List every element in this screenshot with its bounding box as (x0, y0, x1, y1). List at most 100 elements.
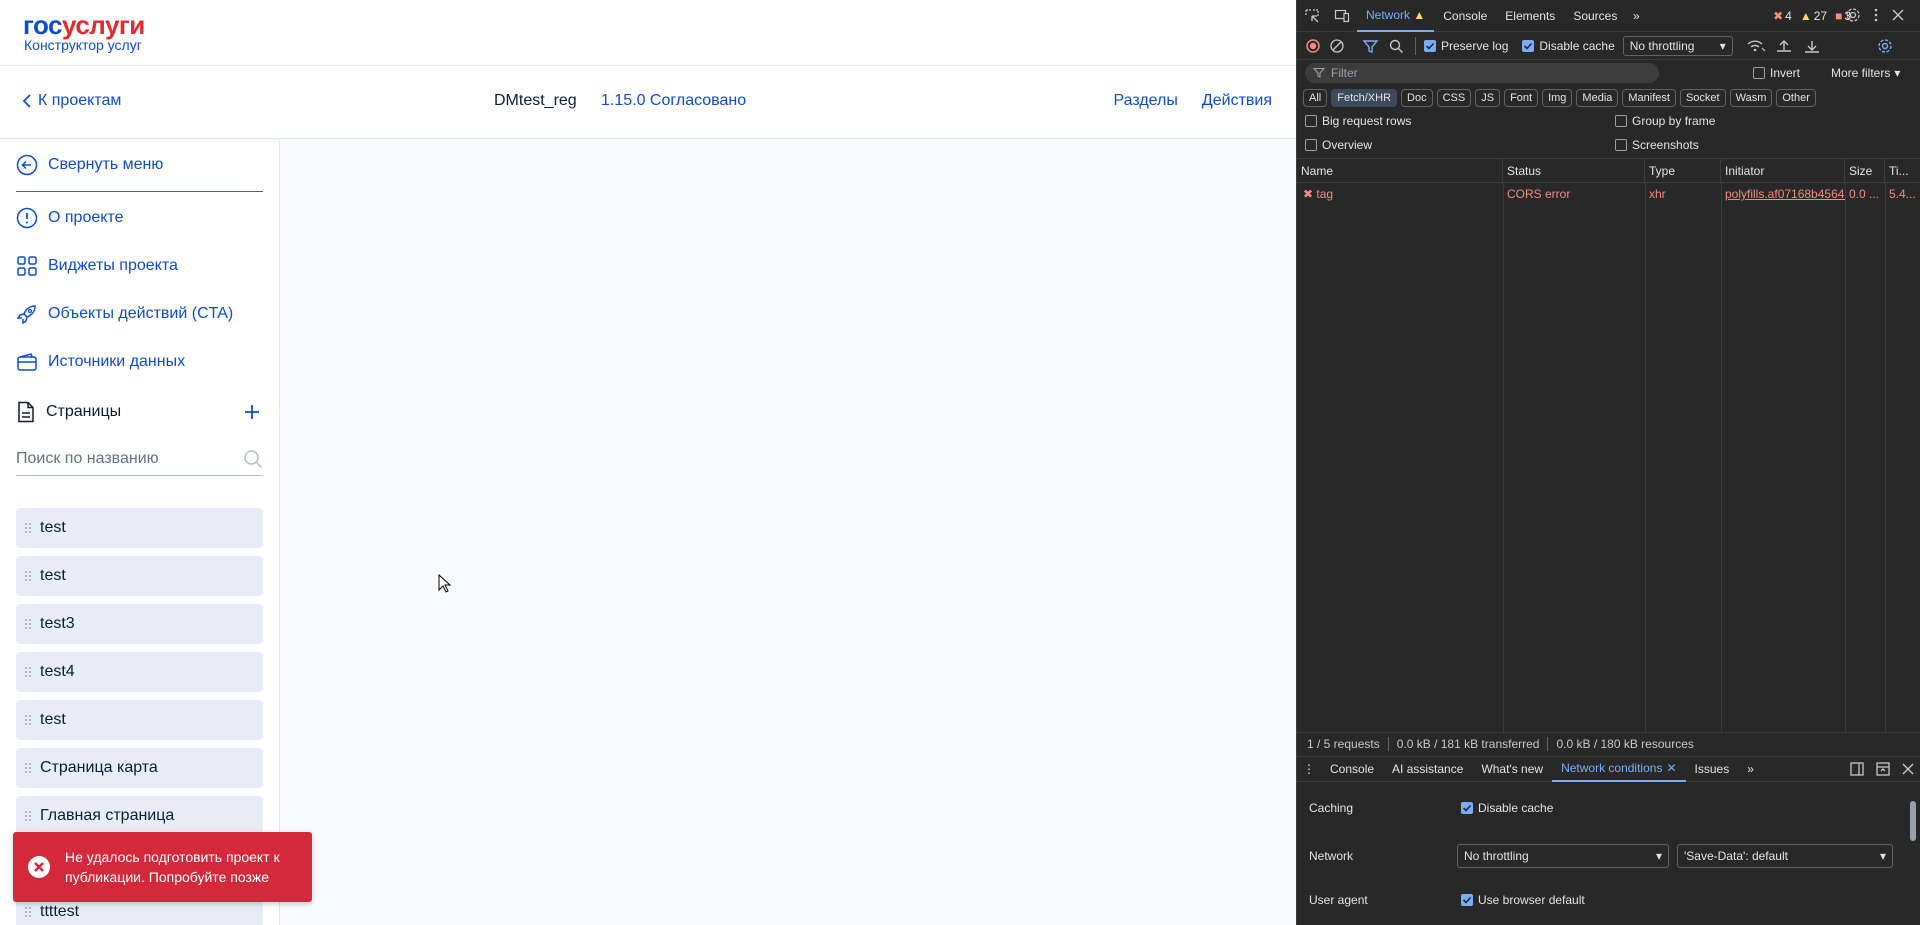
back-to-projects-link[interactable]: К проектам (22, 92, 121, 110)
network-conditions-icon[interactable] (1743, 38, 1769, 54)
inspect-element-button[interactable] (1297, 0, 1327, 32)
search-icon[interactable] (243, 449, 263, 469)
nc-throttling-select[interactable]: No throttling ▾ (1457, 844, 1669, 868)
column-name[interactable]: Name (1297, 159, 1503, 183)
drag-handle-icon[interactable] (16, 522, 40, 534)
nc-disable-cache-checkbox[interactable]: Disable cache (1461, 801, 1553, 815)
undock-drawer-icon[interactable] (1875, 761, 1891, 777)
column-status[interactable]: Status (1503, 159, 1645, 183)
type-filter-doc[interactable]: Doc (1401, 89, 1433, 107)
resources-size: 0.0 kB / 180 kB resources (1556, 736, 1694, 751)
type-filter-font[interactable]: Font (1504, 89, 1539, 107)
type-filter-fetchxhr[interactable]: Fetch/XHR (1331, 89, 1398, 107)
drag-handle-icon[interactable] (16, 618, 40, 630)
panel-scrollbar[interactable] (1909, 783, 1917, 925)
collapse-menu-button[interactable]: Свернуть меню (16, 153, 163, 177)
type-filter-media[interactable]: Media (1576, 89, 1619, 107)
close-drawer-icon[interactable] (1901, 761, 1915, 777)
drag-handle-icon[interactable] (16, 714, 40, 726)
invert-checkbox[interactable]: Invert (1753, 66, 1800, 80)
import-har-icon[interactable] (1771, 38, 1797, 54)
group-by-frame-checkbox[interactable]: Group by frame (1615, 114, 1715, 128)
network-label: Network (1309, 849, 1354, 863)
sections-link[interactable]: Разделы (1114, 92, 1178, 110)
overview-checkbox[interactable]: Overview (1305, 138, 1372, 152)
drag-handle-icon[interactable] (16, 810, 40, 822)
dock-side-icon[interactable] (1849, 761, 1865, 777)
drawer-tab-console[interactable]: Console (1321, 756, 1383, 782)
clear-icon[interactable] (1325, 38, 1349, 54)
drawer-tab-issues[interactable]: Issues (1686, 756, 1739, 782)
device-toolbar-button[interactable] (1327, 0, 1357, 32)
tab-sources[interactable]: Sources (1564, 0, 1626, 32)
collapse-menu-label: Свернуть меню (48, 156, 164, 173)
page-list-item[interactable]: test (16, 700, 263, 740)
dropdown-arrow-icon: ▾ (1655, 849, 1662, 863)
request-initiator-link[interactable]: polyfills.af07168b4564... (1721, 183, 1845, 205)
drag-handle-icon[interactable] (16, 906, 40, 918)
close-tab-icon[interactable]: ✕ (1666, 761, 1676, 775)
export-har-icon[interactable] (1799, 38, 1825, 54)
column-size[interactable]: Size (1845, 159, 1885, 183)
screenshots-checkbox[interactable]: Screenshots (1615, 138, 1699, 152)
tab-console[interactable]: Console (1434, 0, 1496, 32)
options-row-1: Big request rows Group by frame (1305, 110, 1915, 132)
project-version[interactable]: 1.15.0 Согласовано (601, 92, 746, 110)
sidebar-item-sources[interactable]: Источники данных (16, 350, 185, 374)
sidebar-item-about[interactable]: О проекте (16, 206, 123, 230)
page-list-item[interactable]: Главная страница (16, 796, 263, 836)
save-data-select[interactable]: 'Save-Data': default ▾ (1677, 844, 1893, 868)
type-filter-img[interactable]: Img (1542, 89, 1573, 107)
page-list-item[interactable]: test (16, 556, 263, 596)
drawer-menu-kebab-icon[interactable]: ⋮ (1297, 756, 1321, 782)
error-toast[interactable]: Не удалось подготовить проект к публикац… (13, 832, 312, 902)
network-settings-gear-icon[interactable] (1875, 38, 1895, 54)
drag-handle-icon[interactable] (16, 666, 40, 678)
column-initiator[interactable]: Initiator (1721, 159, 1845, 183)
drawer-tab-network-conditions[interactable]: Network conditions ✕ (1552, 756, 1686, 782)
actions-link[interactable]: Действия (1202, 92, 1272, 110)
more-filters-dropdown[interactable]: More filters ▾ (1831, 66, 1900, 80)
type-filter-wasm[interactable]: Wasm (1729, 89, 1773, 107)
close-icon[interactable] (1891, 7, 1905, 23)
tab-network[interactable]: Network ▲ (1357, 0, 1435, 32)
table-row[interactable]: ✖ tag CORS error xhr polyfills.af07168b4… (1297, 183, 1920, 205)
more-drawer-tabs-chevron-icon[interactable]: » (1738, 756, 1763, 782)
column-time[interactable]: Ti... (1885, 159, 1920, 183)
tab-elements[interactable]: Elements (1496, 0, 1564, 32)
page-list-item[interactable]: test4 (16, 652, 263, 692)
warning-triangle-icon: ▲ (1413, 7, 1426, 22)
more-tabs-chevron-icon[interactable]: » (1626, 0, 1646, 32)
page-list-item[interactable]: test (16, 508, 263, 548)
add-page-button[interactable] (240, 400, 264, 424)
search-icon[interactable] (1387, 38, 1407, 54)
page-list-item[interactable]: test3 (16, 604, 263, 644)
type-filter-other[interactable]: Other (1776, 89, 1816, 107)
big-request-rows-checkbox[interactable]: Big request rows (1305, 114, 1411, 128)
page-search-input[interactable] (16, 446, 226, 472)
drag-handle-icon[interactable] (16, 570, 40, 582)
sidebar-item-widgets[interactable]: Виджеты проекта (16, 254, 178, 278)
type-filter-all[interactable]: All (1303, 89, 1328, 107)
kebab-menu-icon[interactable] (1871, 7, 1881, 23)
throttling-select[interactable]: No throttling ▾ (1622, 35, 1733, 56)
disable-cache-checkbox[interactable]: Disable cache (1522, 39, 1615, 53)
use-browser-default-checkbox[interactable]: Use browser default (1461, 893, 1585, 907)
drawer-tab-ai-assistance[interactable]: AI assistance (1383, 756, 1472, 782)
column-type[interactable]: Type (1645, 159, 1721, 183)
transferred-size: 0.0 kB / 181 kB transferred (1389, 736, 1549, 751)
drawer-tab-whats-new[interactable]: What's new (1472, 756, 1552, 782)
type-filter-socket[interactable]: Socket (1679, 89, 1726, 107)
drag-handle-icon[interactable] (16, 762, 40, 774)
type-filter-css[interactable]: CSS (1436, 89, 1472, 107)
filter-input[interactable]: Filter (1305, 63, 1659, 83)
type-filter-manifest[interactable]: Manifest (1622, 89, 1676, 107)
preserve-log-checkbox[interactable]: Preserve log (1424, 39, 1508, 53)
settings-gear-icon[interactable] (1845, 7, 1861, 23)
sidebar-item-cta[interactable]: Объекты действий (CTA) (16, 302, 233, 326)
filter-funnel-icon[interactable] (1357, 38, 1385, 54)
issue-counters[interactable]: ✖ 4 ▲ 27 ■ 3 (1773, 9, 1851, 23)
type-filter-js[interactable]: JS (1475, 89, 1501, 107)
page-list-item[interactable]: Страница карта (16, 748, 263, 788)
record-stop-icon[interactable] (1303, 38, 1323, 54)
